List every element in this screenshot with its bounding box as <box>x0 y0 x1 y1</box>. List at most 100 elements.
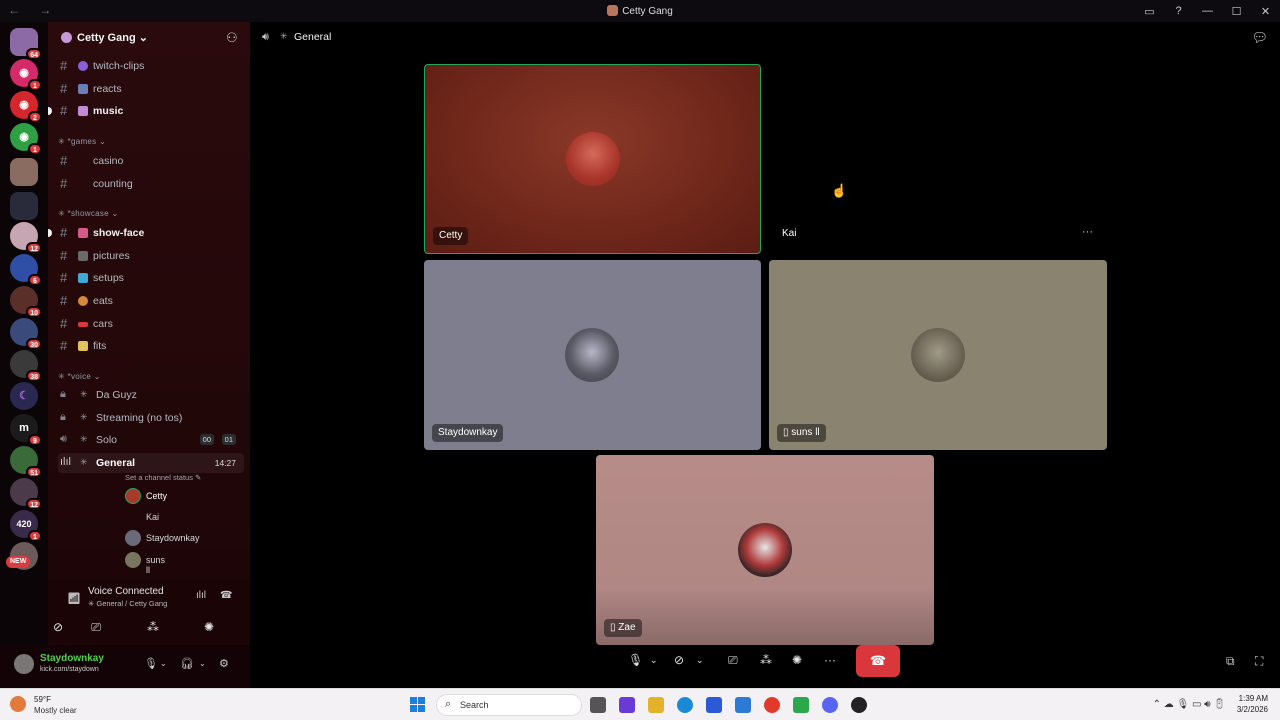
soundboard-icon[interactable]: ✺ <box>191 618 227 636</box>
voice-status-subtitle[interactable]: ✳ General / Cetty Gang <box>88 599 167 608</box>
participant-tile-zae[interactable]: ▯ Zae <box>596 455 934 645</box>
participant-tile-staydownkay[interactable]: Staydownkay <box>424 260 761 450</box>
clock[interactable]: 1:39 AM 3/2/2026 <box>1237 693 1268 715</box>
category-showcase[interactable]: ✳ *showcase ⌄ <box>58 209 118 218</box>
channel-emoji-icon <box>78 84 88 94</box>
server-icon[interactable]: 51 <box>10 446 42 478</box>
channel-setups[interactable]: # setups <box>58 268 244 288</box>
participant-tile-suns[interactable]: ▯ suns ll <box>769 260 1107 450</box>
voice-channel-streaming[interactable]: 🔒︎ ✳ Streaming (no tos) <box>58 408 244 428</box>
server-icon[interactable]: 12 <box>10 222 42 254</box>
server-icon[interactable] <box>10 158 38 186</box>
server-icon[interactable]: ◉ 1 <box>10 59 42 91</box>
camera-off-icon[interactable]: ⊘ <box>40 618 76 636</box>
activities-icon[interactable]: ⁂ <box>760 653 772 667</box>
maximize-button[interactable]: ☐ <box>1222 5 1251 18</box>
server-icon[interactable]: 6 <box>10 254 42 286</box>
disconnect-icon[interactable]: ☎ <box>220 590 232 601</box>
close-button[interactable]: ✕ <box>1251 5 1280 18</box>
voice-channel-solo[interactable]: 🔊︎ ✳ Solo 00 01 <box>58 430 244 450</box>
more-options-icon[interactable]: ··· <box>1082 226 1093 238</box>
outlook-icon[interactable] <box>735 697 751 713</box>
app-icon[interactable] <box>619 697 635 713</box>
file-explorer-icon[interactable] <box>648 697 664 713</box>
invite-people-icon[interactable]: ⚇ <box>226 30 238 46</box>
chat-bubble-icon[interactable]: 💬︎ <box>1251 30 1268 46</box>
channel-pictures[interactable]: # pictures <box>58 246 244 266</box>
channel-cars[interactable]: # cars <box>58 314 244 334</box>
channel-reacts[interactable]: # reacts <box>58 79 244 99</box>
server-icon[interactable]: 10 <box>10 286 42 318</box>
popout-icon[interactable]: ⧉ <box>1226 654 1235 669</box>
microphone-icon[interactable]: 🎙︎ <box>144 657 158 670</box>
server-icon[interactable]: ◉ 2 <box>10 91 42 123</box>
signal-icon[interactable]: 📶︎ <box>67 592 81 605</box>
edge-browser-icon[interactable] <box>677 697 693 713</box>
direct-messages-icon[interactable]: 64 <box>10 28 42 60</box>
activities-icon[interactable]: ⁂ <box>135 618 171 636</box>
windows-start-icon[interactable] <box>410 697 426 713</box>
help-icon[interactable]: ? <box>1164 5 1193 17</box>
voice-status-title[interactable]: Voice Connected <box>88 586 164 597</box>
chevron-down-icon[interactable]: ⌄ <box>199 659 206 668</box>
guild-header[interactable]: Cetty Gang ⌄ ⚇ <box>48 22 250 54</box>
discord-icon[interactable] <box>822 697 838 713</box>
system-tray[interactable]: ⌃ ☁ 🎙︎ ▭ 🔊︎ 🔋︎ <box>1153 699 1226 710</box>
server-icon[interactable] <box>10 192 38 220</box>
voice-channel-da-guyz[interactable]: 🔒︎ ✳ Da Guyz <box>58 385 244 405</box>
chevron-down-icon[interactable]: ⌄ <box>650 655 658 666</box>
channel-casino[interactable]: # casino <box>58 151 244 171</box>
chevron-down-icon[interactable]: ⌄ <box>696 655 704 666</box>
channel-counting[interactable]: # counting <box>58 174 244 194</box>
soundboard-icon[interactable]: ✺ <box>792 653 802 667</box>
server-icon[interactable]: 12 <box>10 478 42 510</box>
user-panel: Staydownkay kick.com/staydown 🎙︎ ⌄ 🎧︎ ⌄ … <box>0 645 250 688</box>
disconnect-button[interactable]: ☎ <box>856 645 900 677</box>
screen-share-icon[interactable]: ⎚ <box>728 653 738 668</box>
participant-name-kai[interactable]: Kai <box>782 228 796 239</box>
guild-icon <box>61 32 72 43</box>
server-icon[interactable]: ◉ 1 <box>10 123 42 155</box>
category-games[interactable]: ✳ *games ⌄ <box>58 137 106 146</box>
server-icon[interactable]: 30 <box>10 318 42 350</box>
noise-suppression-icon[interactable]: ılıl <box>196 590 206 601</box>
headphones-icon[interactable]: 🎧︎ <box>180 657 194 670</box>
app-icon[interactable] <box>851 697 867 713</box>
sparkle-icon: ✳ <box>80 434 88 444</box>
server-icon[interactable]: 38 <box>10 350 42 382</box>
category-voice[interactable]: ✳ *voice ⌄ <box>58 372 101 381</box>
channel-fits[interactable]: # fits <box>58 336 244 356</box>
minimize-button[interactable]: — <box>1193 5 1222 17</box>
channel-show-face[interactable]: # show-face <box>48 223 244 243</box>
user-avatar[interactable] <box>14 654 34 674</box>
server-icon[interactable]: ☾ <box>10 382 38 410</box>
moon-icon: ☾ <box>19 390 29 402</box>
screen-share-icon[interactable]: ⎚ <box>78 618 114 636</box>
voice-channel-general[interactable]: ılıl ✳ General 14:27 <box>58 453 244 473</box>
inbox-icon[interactable]: ▭ <box>1135 5 1164 18</box>
server-icon[interactable]: m9 <box>10 414 42 446</box>
chrome-icon[interactable] <box>764 697 780 713</box>
channel-music[interactable]: # music <box>48 101 244 121</box>
user-limit: 01 <box>221 434 236 445</box>
more-options-icon[interactable]: ··· <box>824 653 836 667</box>
chevron-down-icon[interactable]: ⌄ <box>160 659 167 668</box>
voice-connected-panel: 📶︎ Voice Connected ✳ General / Cetty Gan… <box>48 580 250 642</box>
app-icon[interactable] <box>793 697 809 713</box>
server-icon[interactable]: 420 1 <box>10 510 42 542</box>
sparkle-icon: ✳ <box>80 412 88 422</box>
participant-tile-cetty[interactable]: Cetty <box>424 64 761 254</box>
taskbar-search[interactable]: ⌕ Search <box>436 694 582 716</box>
fullscreen-icon[interactable]: ⛶ <box>1255 654 1263 669</box>
store-icon[interactable] <box>706 697 722 713</box>
camera-off-icon[interactable]: ⊘ <box>674 653 684 667</box>
task-view-icon[interactable] <box>590 697 606 713</box>
set-channel-status[interactable]: Set a channel status ✎ <box>125 473 201 482</box>
badge: 12 <box>26 242 42 254</box>
settings-gear-icon[interactable]: ⚙ <box>219 657 229 670</box>
badge: 9 <box>28 434 42 446</box>
channel-eats[interactable]: # eats <box>58 291 244 311</box>
user-name[interactable]: Staydownkay <box>40 653 104 664</box>
microphone-icon[interactable]: 🎙︎ <box>628 653 643 667</box>
channel-twitch-clips[interactable]: # twitch-clips <box>58 56 244 76</box>
